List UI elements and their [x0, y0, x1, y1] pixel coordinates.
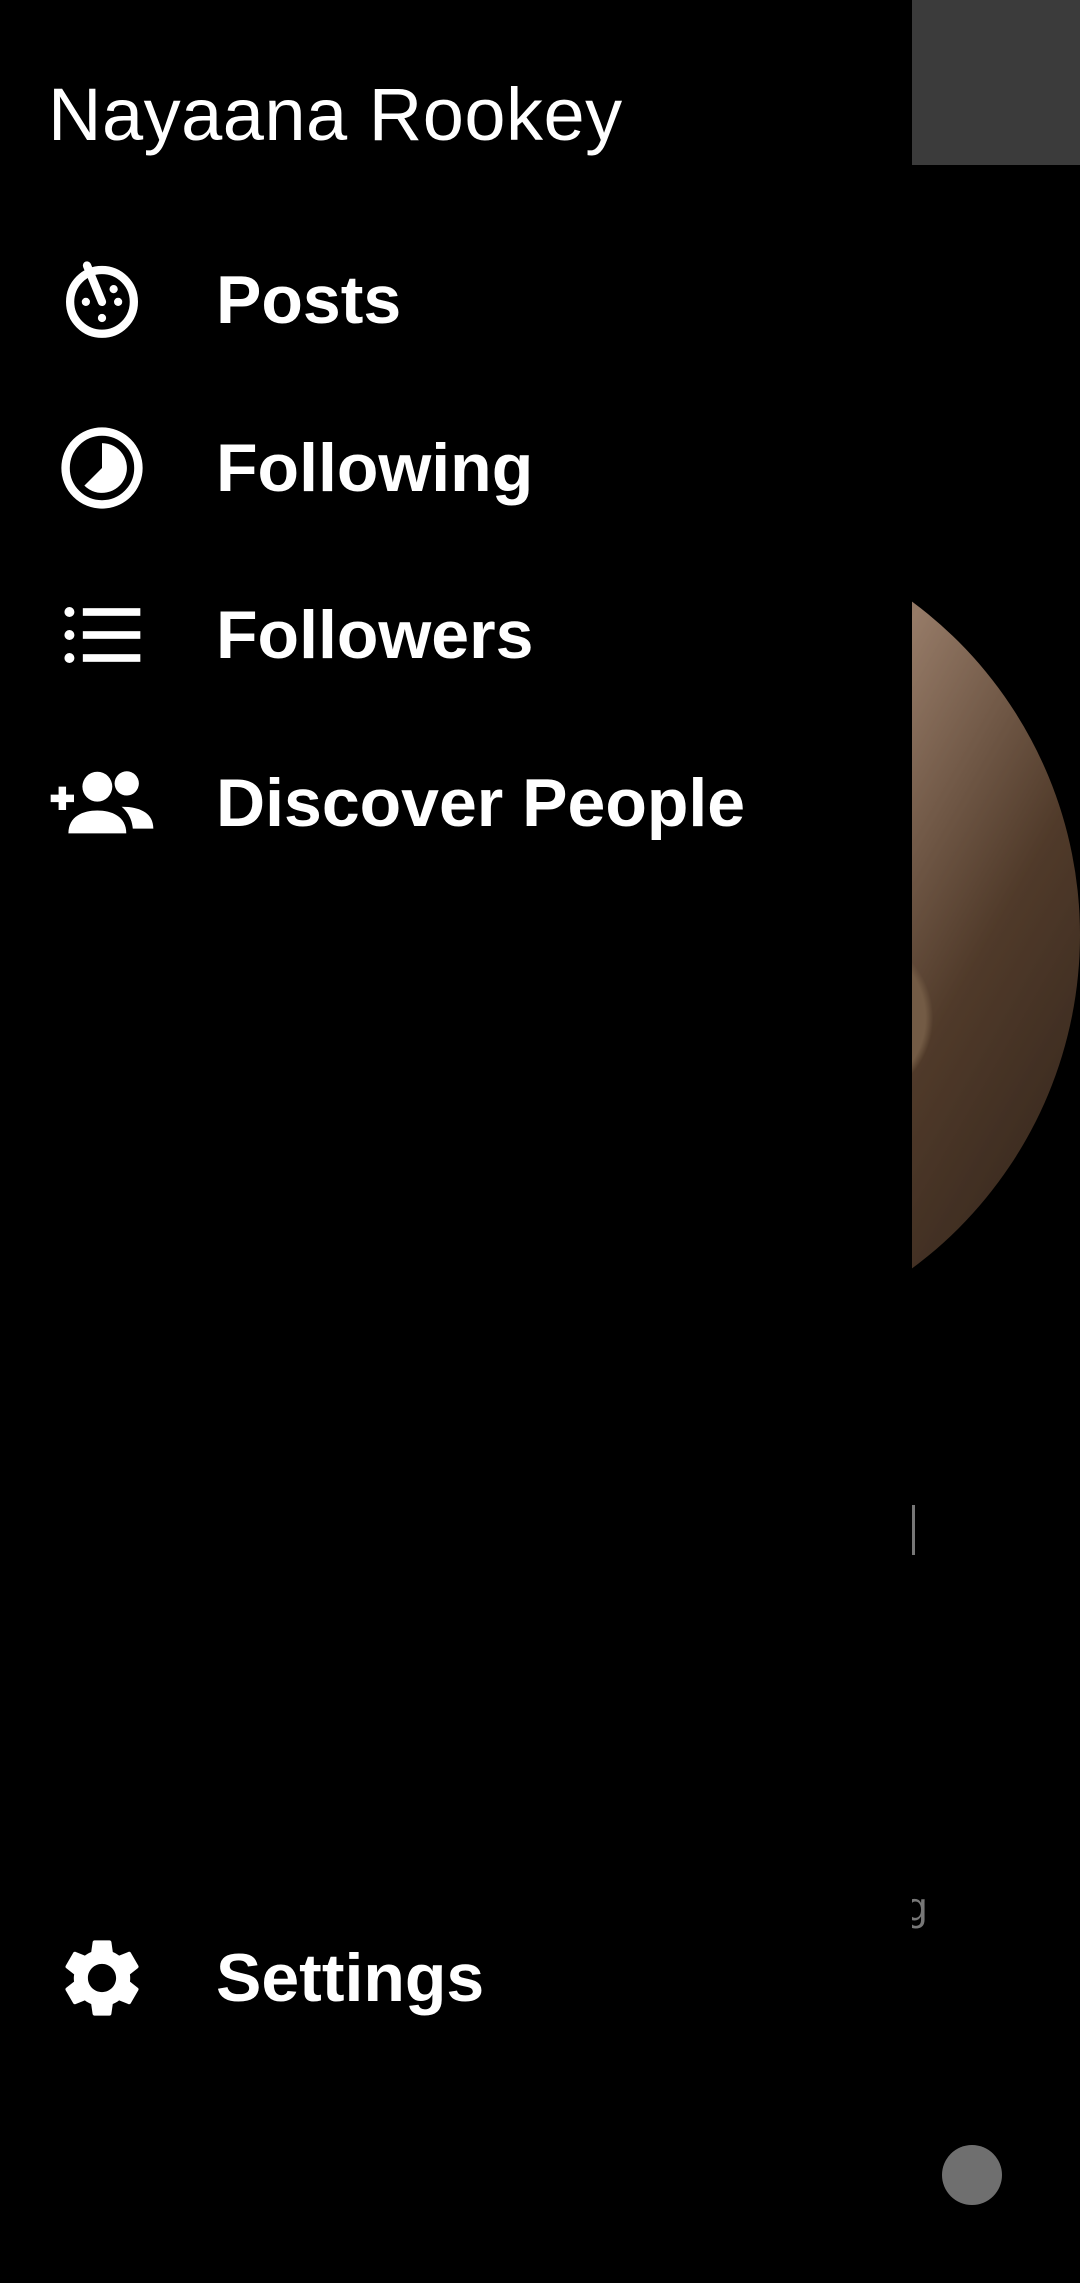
- screen: g Nayaana Rookey Posts Following Followe…: [0, 0, 1080, 2283]
- nav-item-posts-label: Posts: [216, 262, 402, 338]
- nav-item-discover-people[interactable]: Discover People: [0, 733, 912, 873]
- floating-action-button[interactable]: [942, 2145, 1002, 2205]
- nav-item-following-label: Following: [216, 430, 534, 506]
- app-bar-peek: [912, 0, 1080, 165]
- nav-item-followers[interactable]: Followers: [0, 565, 912, 705]
- gear-icon: [45, 1921, 159, 2035]
- add-group-icon: [45, 746, 159, 860]
- nav-item-following[interactable]: Following: [0, 398, 912, 538]
- list-icon: [45, 578, 159, 692]
- drawer-user-name: Nayaana Rookey: [48, 73, 623, 156]
- nav-item-followers-label: Followers: [216, 597, 534, 673]
- nav-item-discover-people-label: Discover People: [216, 765, 746, 841]
- nav-item-settings-label: Settings: [216, 1940, 485, 2016]
- timer-icon: [45, 243, 159, 357]
- pie-clock-icon: [45, 411, 159, 525]
- nav-item-posts[interactable]: Posts: [0, 230, 912, 370]
- text-cursor: [912, 1505, 915, 1555]
- navigation-drawer: Nayaana Rookey Posts Following Followers…: [0, 0, 912, 2283]
- nav-item-settings[interactable]: Settings: [0, 1908, 912, 2048]
